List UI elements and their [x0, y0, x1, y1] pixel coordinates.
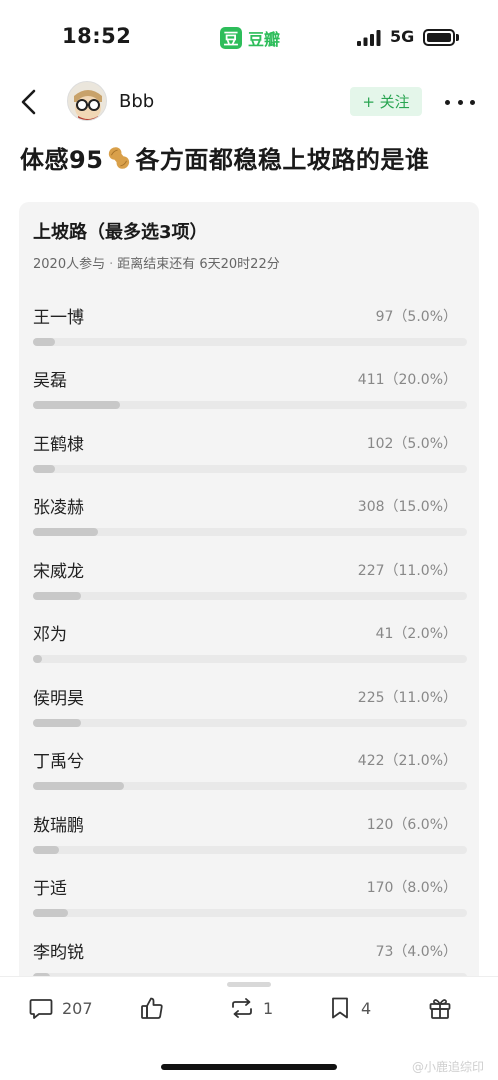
avatar[interactable] [67, 81, 107, 121]
follow-button[interactable]: + 关注 [350, 87, 422, 116]
like-button[interactable] [139, 993, 165, 1023]
poll-meta: 2020人参与 · 距离结束还有 6天20时22分 [33, 257, 280, 272]
poll-option-bar-track [33, 719, 467, 727]
post-title: 体感95 各方面都稳稳上坡路的是谁 [20, 140, 429, 175]
signal-icon [357, 30, 381, 46]
gift-icon [429, 999, 451, 1019]
poll-option-count: 97（5.0%） [375, 309, 457, 325]
poll-option[interactable]: 吴磊 411（20.0%） [33, 366, 467, 422]
poll-option-count: 225（11.0%） [357, 690, 457, 706]
poll-deadline: 距离结束还有 6天20时22分 [117, 257, 280, 272]
gift-button[interactable] [427, 993, 453, 1023]
poll-option-bar-track [33, 655, 467, 663]
status-bar: 18:52 豆 豆瓣 5G [0, 0, 498, 72]
poll-option-name: 宋威龙 [33, 562, 84, 582]
post-title-part2: 各方面都稳稳上坡路的是谁 [135, 146, 430, 174]
poll-option-bar-track [33, 592, 467, 600]
peanut-icon [109, 146, 130, 169]
poll-participants: 2020人参与 [33, 257, 106, 272]
poll-option-bar-track [33, 528, 467, 536]
poll-option[interactable]: 于适 170（8.0%） [33, 874, 467, 930]
poll-option-bar-fill [33, 465, 55, 473]
poll-option-count: 308（15.0%） [357, 499, 457, 515]
poll-option-bar-fill [33, 846, 59, 854]
poll-option-bar-track [33, 401, 467, 409]
pull-handle[interactable] [227, 982, 271, 987]
poll-option[interactable]: 宋威龙 227（11.0%） [33, 557, 467, 613]
username[interactable]: Bbb [119, 91, 154, 112]
app-badge: 豆 豆瓣 [220, 26, 280, 50]
poll-option-count: 227（11.0%） [357, 563, 457, 579]
poll-option-bar-fill [33, 338, 55, 346]
poll-option[interactable]: 邓为 41（2.0%） [33, 620, 467, 676]
watermark: @小鹿追综印 [412, 1060, 485, 1074]
poll-option-bar-track [33, 782, 467, 790]
home-indicator[interactable] [161, 1064, 337, 1070]
poll-option-count: 41（2.0%） [375, 626, 457, 642]
poll-option-bar-fill [33, 909, 68, 917]
poll-option-bar-fill [33, 592, 81, 600]
poll-option-bar-track [33, 846, 467, 854]
poll-option[interactable]: 敖瑞鹏 120（6.0%） [33, 811, 467, 867]
poll-option-bar-fill [33, 401, 120, 409]
comment-button[interactable]: 207 [28, 993, 93, 1023]
post-header: Bbb + 关注 [0, 78, 498, 126]
post-title-part1: 体感95 [20, 146, 104, 174]
poll-option-count: 411（20.0%） [357, 372, 457, 388]
poll-option-name: 邓为 [33, 625, 67, 645]
poll-option-name: 王一博 [33, 308, 84, 328]
app-name: 豆瓣 [248, 30, 281, 49]
battery-tip [456, 34, 459, 41]
comment-icon [29, 999, 53, 1019]
poll-option-count: 102（5.0%） [366, 436, 457, 452]
poll-option-bar-track [33, 338, 467, 346]
network-type: 5G [390, 27, 415, 46]
poll-option-bar-fill [33, 655, 42, 663]
poll-option-name: 张凌赫 [33, 498, 84, 518]
poll-option[interactable]: 张凌赫 308（15.0%） [33, 493, 467, 549]
poll-option-bar-fill [33, 528, 98, 536]
poll-card: 上坡路（最多选3项） 2020人参与 · 距离结束还有 6天20时22分 王一博 9… [19, 202, 479, 992]
back-icon[interactable] [18, 86, 42, 118]
reshare-count: 1 [263, 998, 274, 1018]
poll-option-name: 丁禹兮 [33, 752, 84, 772]
thumbs-up-icon [141, 997, 163, 1019]
poll-option[interactable]: 丁禹兮 422（21.0%） [33, 747, 467, 803]
reshare-icon [232, 998, 252, 1018]
battery-icon [423, 29, 455, 46]
poll-option-bar-track [33, 909, 467, 917]
poll-option-name: 吴磊 [33, 371, 67, 391]
poll-option-name: 敖瑞鹏 [33, 816, 84, 836]
poll-option-count: 73（4.0%） [375, 944, 457, 960]
collect-count: 4 [361, 998, 372, 1018]
poll-option-count: 170（8.0%） [366, 880, 457, 896]
poll-option-name: 王鹤棣 [33, 435, 84, 455]
avatar-glasses-icon [68, 82, 106, 120]
reshare-button[interactable]: 1 [229, 993, 273, 1023]
bookmark-icon [332, 997, 348, 1019]
poll-option[interactable]: 王鹤棣 102（5.0%） [33, 430, 467, 486]
poll-option-count: 422（21.0%） [357, 753, 457, 769]
poll-option-bar-track [33, 465, 467, 473]
poll-option-name: 李昀锐 [33, 943, 84, 963]
bottom-action-bar: 207 1 4 @小鹿追综印 [0, 976, 498, 1080]
status-time: 18:52 [62, 24, 132, 48]
poll-option-name: 侯明昊 [33, 689, 84, 709]
poll-title: 上坡路（最多选3项） [33, 222, 208, 243]
poll-option-name: 于适 [33, 879, 67, 899]
poll-option-bar-fill [33, 719, 81, 727]
poll-option-count: 120（6.0%） [366, 817, 457, 833]
poll-option[interactable]: 侯明昊 225（11.0%） [33, 684, 467, 740]
poll-option[interactable]: 王一博 97（5.0%） [33, 303, 467, 359]
douban-logo-icon: 豆 [220, 27, 242, 49]
poll-option-bar-fill [33, 782, 124, 790]
more-options-icon[interactable] [445, 90, 475, 114]
collect-button[interactable]: 4 [327, 993, 371, 1023]
comment-count: 207 [62, 998, 93, 1018]
